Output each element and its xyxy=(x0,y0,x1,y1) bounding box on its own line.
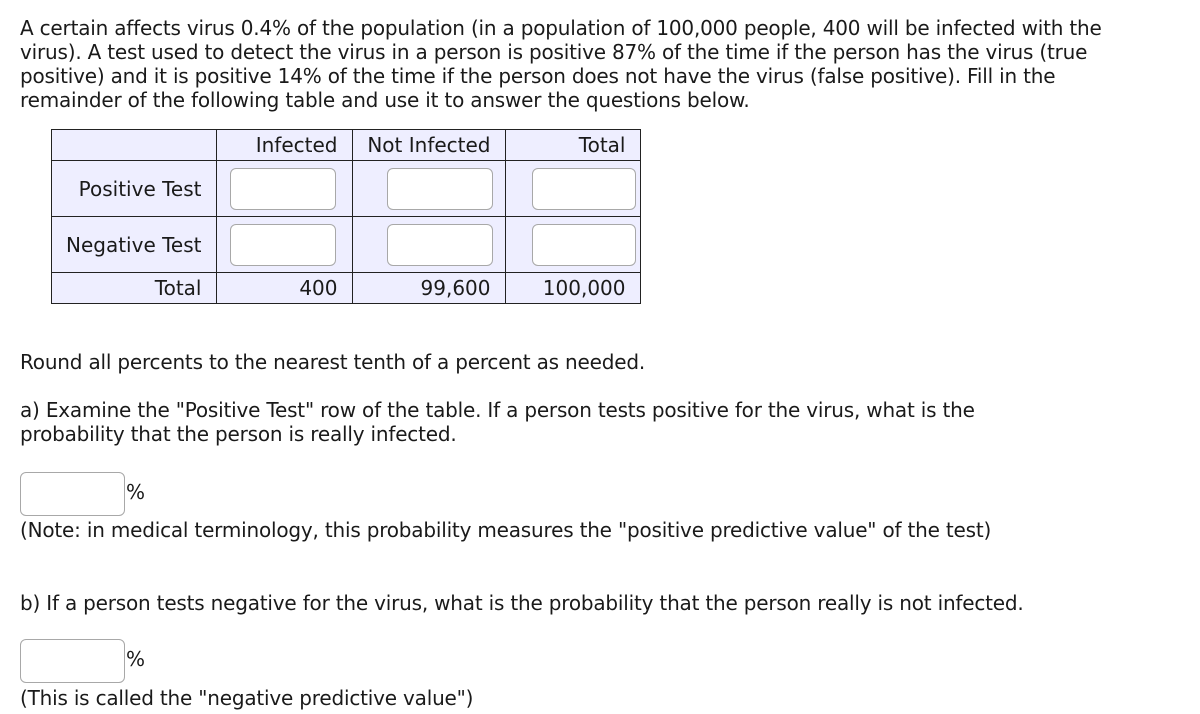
negative-total-input[interactable] xyxy=(531,223,636,266)
header-total: Total xyxy=(504,129,641,161)
grand-total: 100,000 xyxy=(504,272,641,304)
row-negative-test: Negative Test xyxy=(51,216,641,273)
table-header-row: Infected Not Infected Total xyxy=(51,129,641,161)
total-infected: 400 xyxy=(215,272,353,304)
percent-sign: % xyxy=(126,480,146,504)
row-total: Total 400 99,600 100,000 xyxy=(51,272,641,304)
question-a-note: (Note: in medical terminology, this prob… xyxy=(20,518,992,542)
negative-not-infected-input[interactable] xyxy=(386,223,493,266)
row-label-positive-test: Positive Test xyxy=(51,160,217,217)
question-b-input[interactable] xyxy=(20,639,125,683)
negative-infected-input[interactable] xyxy=(229,223,336,266)
question-b-text: b) If a person tests negative for the vi… xyxy=(20,591,1024,615)
total-not-infected: 99,600 xyxy=(351,272,506,304)
row-positive-test: Positive Test xyxy=(51,160,641,217)
question-a-input[interactable] xyxy=(20,472,125,516)
rounding-instructions: Round all percents to the nearest tenth … xyxy=(20,350,645,374)
positive-not-infected-input[interactable] xyxy=(386,167,493,210)
question-a-text: a) Examine the "Positive Test" row of th… xyxy=(20,398,975,446)
positive-infected-input[interactable] xyxy=(229,167,336,210)
question-b-answer: % xyxy=(20,639,145,683)
header-infected: Infected xyxy=(215,129,353,161)
contingency-table: Infected Not Infected Total Positive Tes… xyxy=(51,129,641,304)
header-blank xyxy=(51,129,217,161)
problem-intro: A certain affects virus 0.4% of the popu… xyxy=(20,16,1102,112)
positive-total-input[interactable] xyxy=(531,167,636,210)
question-b-note: (This is called the "negative predictive… xyxy=(20,686,474,710)
percent-sign: % xyxy=(126,647,146,671)
header-not-infected: Not Infected xyxy=(351,129,506,161)
question-a-answer: % xyxy=(20,472,145,516)
row-label-total: Total xyxy=(51,272,217,304)
row-label-negative-test: Negative Test xyxy=(51,216,217,273)
